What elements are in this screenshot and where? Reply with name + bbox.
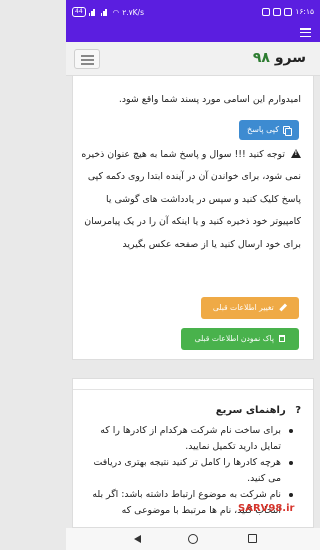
status-time: ۱۶:۱۵ <box>295 7 314 16</box>
guide-title: ? راهنمای سریع <box>216 405 301 416</box>
signal-icon-2 <box>100 8 110 16</box>
copy-button-label: کپی پاسخ <box>247 125 279 134</box>
brand-text: سرو <box>274 50 306 66</box>
brand-number: ۹۸ <box>252 50 270 66</box>
warning-text: توجه کنید !!! سوال و پاسخ شما به هیچ عنو… <box>81 149 301 250</box>
signal-icon <box>88 8 98 16</box>
status-right: ۱۶:۱۵ <box>262 7 314 16</box>
navbar-toggle-button[interactable] <box>74 49 100 69</box>
status-left: 44 ◠ ۲.۷K/s <box>72 7 144 17</box>
question-icon: ? <box>295 405 301 416</box>
watermark: SARV98.ir <box>238 503 295 514</box>
pencil-icon <box>279 303 287 311</box>
back-icon[interactable] <box>134 535 141 543</box>
network-speed: ۲.۷K/s <box>122 7 144 17</box>
recent-apps-icon[interactable] <box>248 534 257 543</box>
change-info-button[interactable]: تغییر اطلاعات قبلی <box>201 297 299 319</box>
battery-indicator: 44 <box>72 7 86 17</box>
list-item: هرچه کادرها را کامل تر کنید نتیجه بهتری … <box>85 455 295 486</box>
clear-button-label: پاک نمودن اطلاعات قبلی <box>194 334 274 343</box>
site-navbar: سرو ۹۸ <box>66 42 320 76</box>
copy-icon <box>283 126 292 136</box>
notification-icon-3 <box>284 7 293 16</box>
app-top-bar <box>66 24 320 42</box>
intro-text: امیدوارم این اسامی مورد پسند شما واقع شو… <box>118 94 301 105</box>
warning-message: توجه کنید !!! سوال و پاسخ شما به هیچ عنو… <box>77 144 301 256</box>
trash-icon <box>279 335 286 342</box>
warning-icon <box>291 149 301 158</box>
hamburger-icon <box>81 55 94 57</box>
notification-icon-2 <box>273 7 282 16</box>
wifi-icon: ◠ <box>112 7 120 17</box>
system-navigation-bar <box>66 528 320 550</box>
list-item: برای ساخت نام شرکت هرکدام از کادرها را ک… <box>85 423 295 454</box>
copy-answer-button[interactable]: کپی پاسخ <box>239 120 299 140</box>
status-bar: 44 ◠ ۲.۷K/s ۱۶:۱۵ <box>66 0 320 24</box>
notification-icon <box>262 7 271 16</box>
divider <box>73 389 313 390</box>
guide-title-text: راهنمای سریع <box>215 405 286 416</box>
menu-icon[interactable] <box>300 28 311 39</box>
answer-card: امیدوارم این اسامی مورد پسند شما واقع شو… <box>72 76 314 360</box>
home-icon[interactable] <box>188 534 198 544</box>
site-logo[interactable]: سرو ۹۸ <box>253 50 306 66</box>
clear-info-button[interactable]: پاک نمودن اطلاعات قبلی <box>181 328 299 350</box>
change-button-label: تغییر اطلاعات قبلی <box>212 303 274 312</box>
